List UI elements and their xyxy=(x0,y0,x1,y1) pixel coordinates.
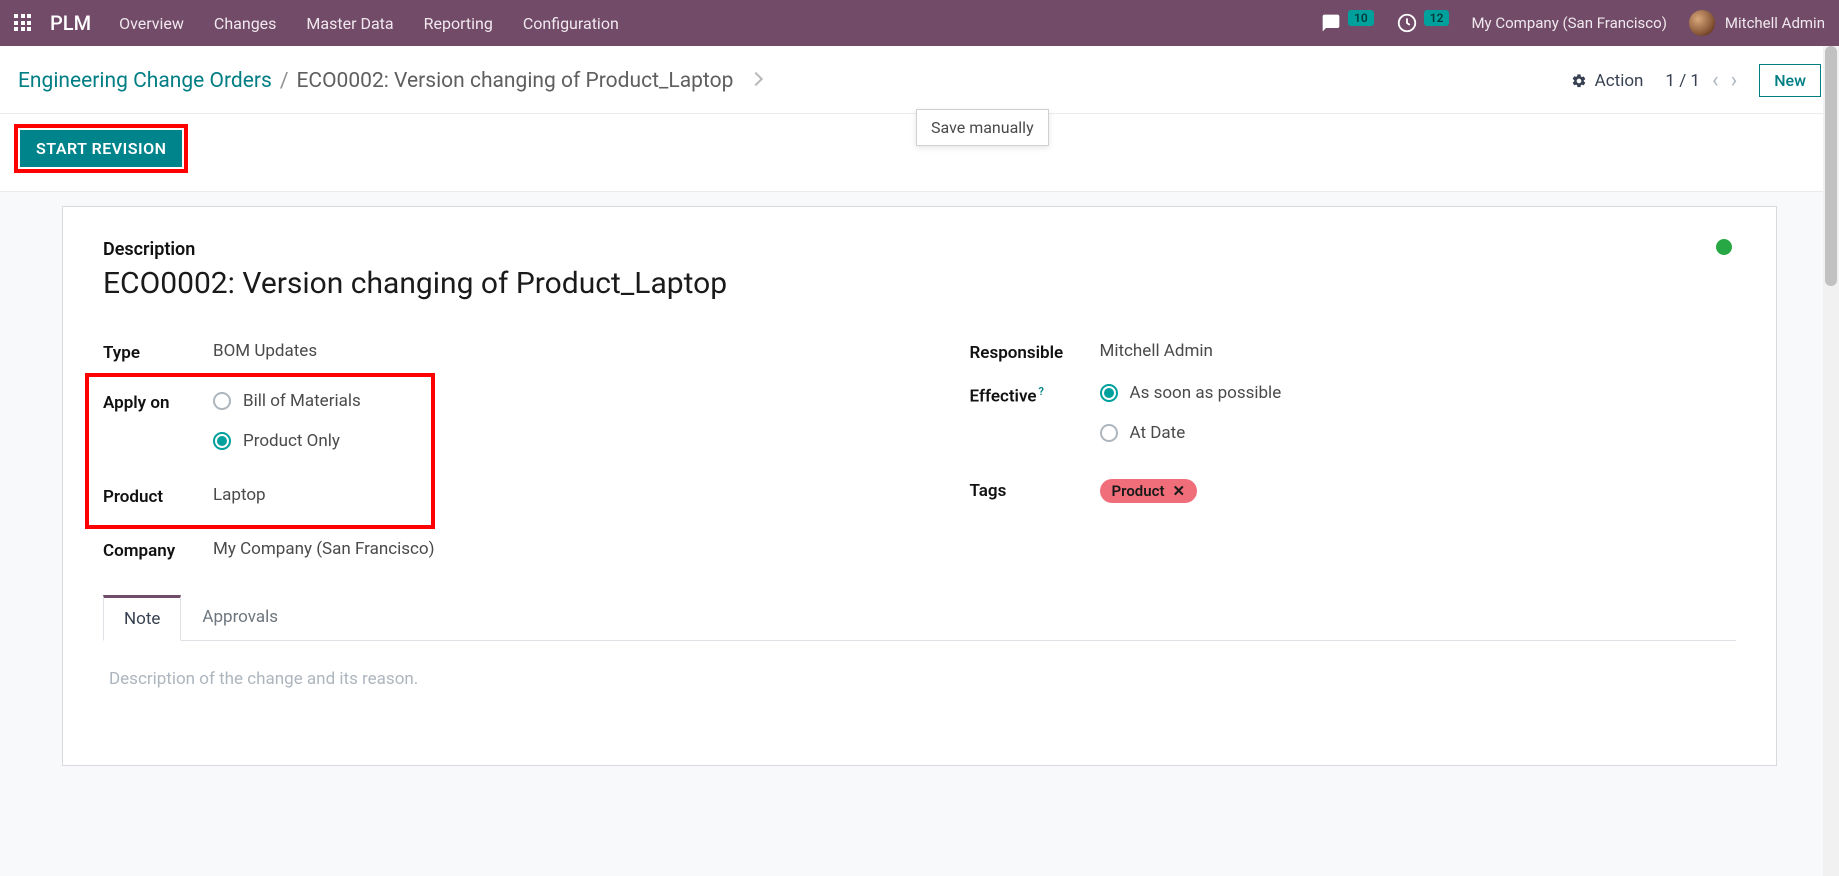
apply-on-label: Apply on xyxy=(103,391,213,413)
tab-approvals[interactable]: Approvals xyxy=(181,595,299,641)
form-sheet: Description ECO0002: Version changing of… xyxy=(62,206,1777,766)
company-label: Company xyxy=(103,539,213,561)
tag-product[interactable]: Product ✕ xyxy=(1100,479,1198,503)
description-label: Description xyxy=(103,239,1736,260)
radio-icon xyxy=(1100,424,1118,442)
effective-asap-option[interactable]: As soon as possible xyxy=(1100,383,1282,403)
new-button[interactable]: New xyxy=(1759,64,1821,97)
clock-icon xyxy=(1396,12,1418,34)
note-placeholder: Description of the change and its reason… xyxy=(109,669,418,689)
pager-text: 1 / 1 xyxy=(1665,71,1700,91)
help-icon[interactable]: ? xyxy=(1039,385,1044,398)
vertical-scrollbar[interactable] xyxy=(1823,46,1839,876)
app-name[interactable]: PLM xyxy=(50,11,91,35)
nav-reporting[interactable]: Reporting xyxy=(424,14,493,33)
activities-indicator[interactable]: 12 xyxy=(1396,12,1450,34)
breadcrumb-row: Engineering Change Orders / ECO0002: Ver… xyxy=(0,46,1839,114)
tags-label: Tags xyxy=(970,479,1100,501)
unsaved-indicator-icon[interactable] xyxy=(749,71,763,85)
nav-overview[interactable]: Overview xyxy=(119,14,184,33)
nav-changes[interactable]: Changes xyxy=(214,14,277,33)
chat-icon xyxy=(1320,13,1342,33)
highlight-start-revision: START REVISION xyxy=(14,124,188,173)
company-selector[interactable]: My Company (San Francisco) xyxy=(1471,14,1666,32)
note-content[interactable]: Description of the change and its reason… xyxy=(103,641,1736,717)
form-right-column: Responsible Mitchell Admin Effective? As… xyxy=(970,331,1737,571)
messages-indicator[interactable]: 10 xyxy=(1320,13,1374,33)
tabs: Note Approvals xyxy=(103,595,1736,641)
user-menu[interactable]: Mitchell Admin xyxy=(1689,10,1825,36)
radio-icon xyxy=(1100,384,1118,402)
record-title[interactable]: ECO0002: Version changing of Product_Lap… xyxy=(103,266,1736,301)
radio-icon xyxy=(213,392,231,410)
scrollbar-thumb[interactable] xyxy=(1825,46,1837,286)
nav-configuration[interactable]: Configuration xyxy=(523,14,619,33)
breadcrumb-root[interactable]: Engineering Change Orders xyxy=(18,69,272,93)
breadcrumb-current: ECO0002: Version changing of Product_Lap… xyxy=(297,69,734,93)
kanban-status-dot[interactable] xyxy=(1716,239,1732,255)
type-label: Type xyxy=(103,341,213,363)
gear-icon xyxy=(1571,73,1587,89)
radio-icon xyxy=(213,432,231,450)
apply-on-product-option[interactable]: Product Only xyxy=(213,431,361,451)
effective-label: Effective? xyxy=(970,383,1100,407)
action-dropdown[interactable]: Action xyxy=(1571,71,1644,91)
user-name: Mitchell Admin xyxy=(1725,14,1825,32)
main-navbar: PLM Overview Changes Master Data Reporti… xyxy=(0,0,1839,46)
responsible-value[interactable]: Mitchell Admin xyxy=(1100,341,1213,361)
breadcrumb-separator: / xyxy=(280,69,289,93)
form-left-column: Type BOM Updates Apply on Bill of Materi… xyxy=(103,331,870,571)
tag-remove-icon[interactable]: ✕ xyxy=(1172,482,1185,500)
start-revision-button[interactable]: START REVISION xyxy=(20,130,182,167)
company-value[interactable]: My Company (San Francisco) xyxy=(213,539,435,559)
pager-prev-icon[interactable]: ‹ xyxy=(1712,68,1719,93)
apps-icon[interactable] xyxy=(14,14,32,32)
pager: 1 / 1 ‹ › xyxy=(1665,68,1737,93)
responsible-label: Responsible xyxy=(970,341,1100,363)
product-label: Product xyxy=(103,485,213,507)
effective-atdate-option[interactable]: At Date xyxy=(1100,423,1282,443)
highlight-apply-product: Apply on Bill of Materials Product Only xyxy=(85,373,435,529)
product-value[interactable]: Laptop xyxy=(213,485,266,505)
save-tooltip: Save manually xyxy=(916,109,1049,146)
type-value[interactable]: BOM Updates xyxy=(213,341,317,361)
tab-note[interactable]: Note xyxy=(103,595,181,641)
avatar xyxy=(1689,10,1715,36)
tags-value[interactable]: Product ✕ xyxy=(1100,479,1198,503)
pager-next-icon[interactable]: › xyxy=(1731,68,1738,93)
apply-on-bom-option[interactable]: Bill of Materials xyxy=(213,391,361,411)
messages-count: 10 xyxy=(1348,10,1374,26)
nav-master-data[interactable]: Master Data xyxy=(306,14,393,33)
activities-count: 12 xyxy=(1424,10,1450,26)
